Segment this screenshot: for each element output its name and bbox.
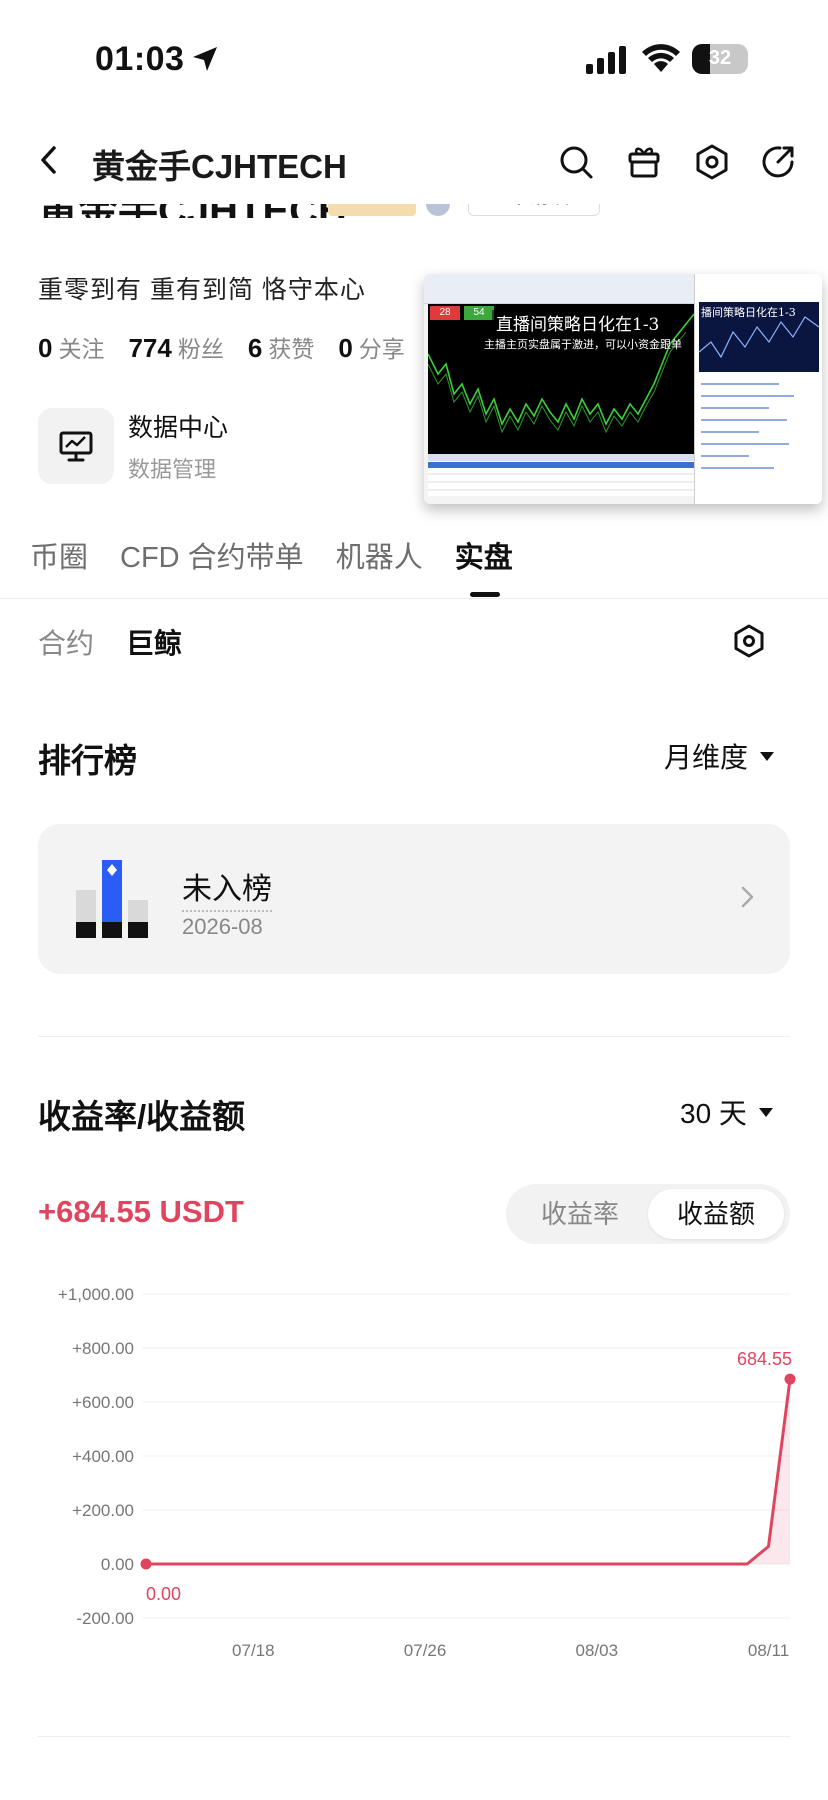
search-icon[interactable] xyxy=(554,140,598,184)
data-center-entry[interactable]: 数据中心 数据管理 xyxy=(38,408,228,484)
stat-number: 774 xyxy=(128,333,172,363)
location-arrow-icon xyxy=(193,47,217,71)
y-tick-label: +800.00 xyxy=(72,1339,134,1358)
profit-chart: +1,000.00 +800.00 +600.00 +400.00 +200.00 0.0… xyxy=(0,1270,828,1670)
battery-percent: 32 xyxy=(708,47,732,69)
tabs-divider xyxy=(0,598,828,599)
y-tick-label: +200.00 xyxy=(72,1501,134,1520)
ranking-period-label: 月维度 xyxy=(664,742,749,773)
gift-icon[interactable] xyxy=(622,140,666,184)
stat-label: 分享 xyxy=(358,336,405,362)
thumbnail-tag-green: 54 xyxy=(464,306,494,320)
settings-hexagon-icon[interactable] xyxy=(690,140,734,184)
stat-number: 0 xyxy=(38,333,53,363)
y-tick-label: +400.00 xyxy=(72,1447,134,1466)
tab-live-trading[interactable]: 实盘 xyxy=(455,534,513,576)
ranking-date: 2026-08 xyxy=(182,914,263,939)
status-time: 01:03 xyxy=(95,40,185,78)
top-nav: 黄金手CJHTECH xyxy=(0,120,828,204)
thumbnail-title: 直播间策略日化在1-3 xyxy=(492,310,664,335)
thumbnail-toolbar xyxy=(424,274,694,304)
ranking-period-dropdown[interactable]: 月维度 xyxy=(664,736,775,776)
thumbnail-table xyxy=(428,454,694,496)
ranking-status: 未入榜 xyxy=(182,864,272,912)
stat-followers[interactable]: 774 粉丝 xyxy=(128,330,223,364)
segment-profit-amount[interactable]: 收益额 xyxy=(648,1189,784,1239)
pnl-value: +684.55 USDT xyxy=(38,1194,244,1229)
caret-down-icon xyxy=(760,751,775,761)
profit-chart-svg: +1,000.00 +800.00 +600.00 +400.00 +200.00 0.0… xyxy=(58,1285,796,1660)
back-arrow-icon[interactable] xyxy=(30,140,70,180)
x-tick-label: 08/03 xyxy=(576,1641,619,1660)
stat-number: 0 xyxy=(338,333,353,363)
cellular-signal-icon xyxy=(586,46,626,74)
section-divider xyxy=(38,1036,790,1037)
earnings-segmented-control: 收益率 收益额 xyxy=(506,1184,790,1244)
battery-indicator: 32 xyxy=(692,44,748,74)
thumbnail-side-title: 播间策略日化在1-3 xyxy=(701,306,796,319)
subtab-whale[interactable]: 巨鲸 xyxy=(126,622,182,662)
data-center-subtitle: 数据管理 xyxy=(128,457,217,482)
thumbnail-side-panel: 播间策略日化在1-3 xyxy=(694,274,822,504)
earnings-period-dropdown[interactable]: 30 天 xyxy=(680,1092,773,1132)
end-point xyxy=(784,1373,796,1385)
tab-crypto[interactable]: 币圈 xyxy=(30,534,88,576)
end-value-label: 684.55 xyxy=(737,1349,792,1369)
trading-screenshot-thumbnail[interactable]: 28 54 直播间策略日化在1-3 主播主页实盘属于激进，可以小资金跟单 播间策… xyxy=(424,274,822,504)
main-tabs: 币圈 CFD 合约带单 机器人 实盘 xyxy=(30,534,513,576)
series-area xyxy=(146,1379,790,1564)
wifi-icon xyxy=(642,44,680,72)
chevron-right-icon xyxy=(741,886,754,908)
y-tick-label: -200.00 xyxy=(76,1609,134,1628)
stat-label: 粉丝 xyxy=(177,336,224,362)
monitor-chart-icon xyxy=(38,408,114,484)
y-tick-label: +1,000.00 xyxy=(58,1285,134,1304)
profile-stats: 0 关注 774 粉丝 6 获赞 0 分享 xyxy=(38,330,405,364)
tab-robot[interactable]: 机器人 xyxy=(336,534,423,576)
page-title: 黄金手CJHTECH xyxy=(92,148,347,185)
x-tick-label: 08/11 xyxy=(748,1641,789,1660)
thumbnail-subtitle: 主播主页实盘属于激进，可以小资金跟单 xyxy=(484,338,682,351)
subtab-contract[interactable]: 合约 xyxy=(38,622,94,662)
stat-label: 获赞 xyxy=(268,336,315,362)
stat-shares[interactable]: 0 分享 xyxy=(338,330,404,364)
thumbnail-tag-red: 28 xyxy=(430,306,460,320)
x-tick-label: 07/26 xyxy=(404,1641,447,1660)
stat-label: 关注 xyxy=(58,336,105,362)
filter-settings-icon[interactable] xyxy=(730,622,768,660)
ranking-title: 排行榜 xyxy=(38,742,137,779)
share-icon[interactable] xyxy=(756,140,800,184)
active-tab-indicator xyxy=(470,592,500,597)
earnings-period-label: 30 天 xyxy=(680,1098,747,1129)
segment-yield-rate[interactable]: 收益率 xyxy=(512,1189,648,1239)
section-divider xyxy=(38,1736,790,1737)
profile-bio: 重零到有 重有到简 恪守本心 xyxy=(38,276,366,304)
tab-cfd-copy-trading[interactable]: CFD 合约带单 xyxy=(120,534,304,576)
status-bar: 01:03 32 xyxy=(0,0,828,120)
data-center-title: 数据中心 xyxy=(128,414,229,442)
ranking-podium-icon xyxy=(76,860,148,938)
stat-likes[interactable]: 6 获赞 xyxy=(248,330,314,364)
series-line xyxy=(146,1379,792,1566)
caret-down-icon xyxy=(758,1107,773,1117)
x-tick-label: 07/18 xyxy=(232,1641,275,1660)
ranking-card[interactable]: 未入榜 2026-08 xyxy=(38,824,790,974)
earnings-title: 收益率/收益额 xyxy=(38,1098,246,1135)
start-point xyxy=(140,1558,152,1570)
stat-number: 6 xyxy=(247,333,263,363)
sub-tabs: 合约 巨鲸 xyxy=(38,622,182,662)
start-value-label: 0.00 xyxy=(146,1584,181,1604)
y-tick-label: +600.00 xyxy=(72,1393,134,1412)
stat-following[interactable]: 0 关注 xyxy=(38,330,104,364)
y-tick-label: 0.00 xyxy=(101,1555,134,1574)
